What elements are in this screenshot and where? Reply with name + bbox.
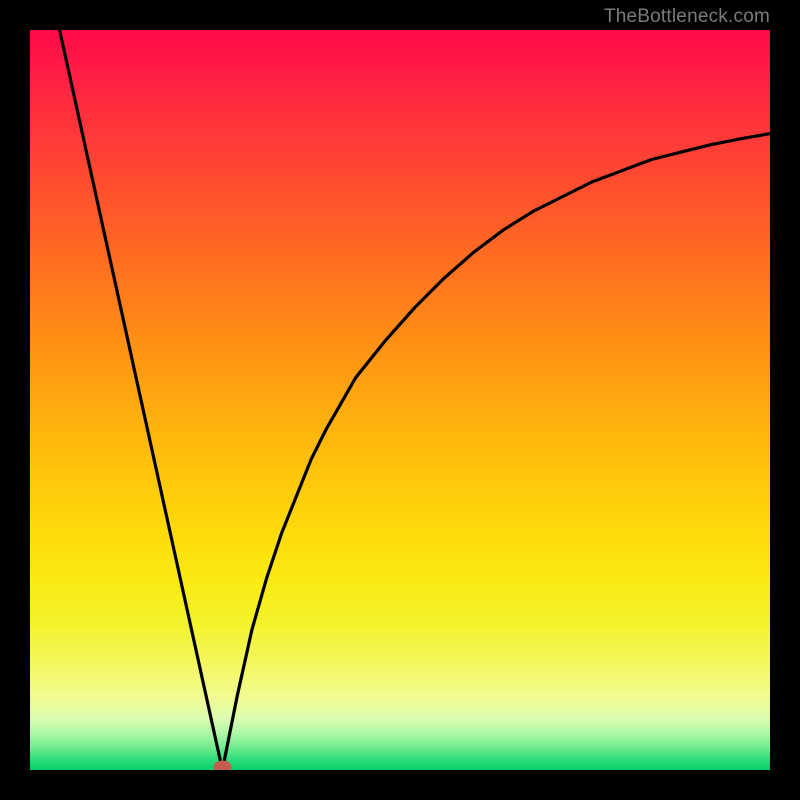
chart-frame: TheBottleneck.com [0,0,800,800]
watermark-text: TheBottleneck.com [604,6,770,28]
plot-area [30,30,770,770]
optimum-marker [213,761,231,771]
curve-group [60,30,770,770]
chart-overlay [30,30,770,770]
bottleneck-curve [60,30,770,770]
